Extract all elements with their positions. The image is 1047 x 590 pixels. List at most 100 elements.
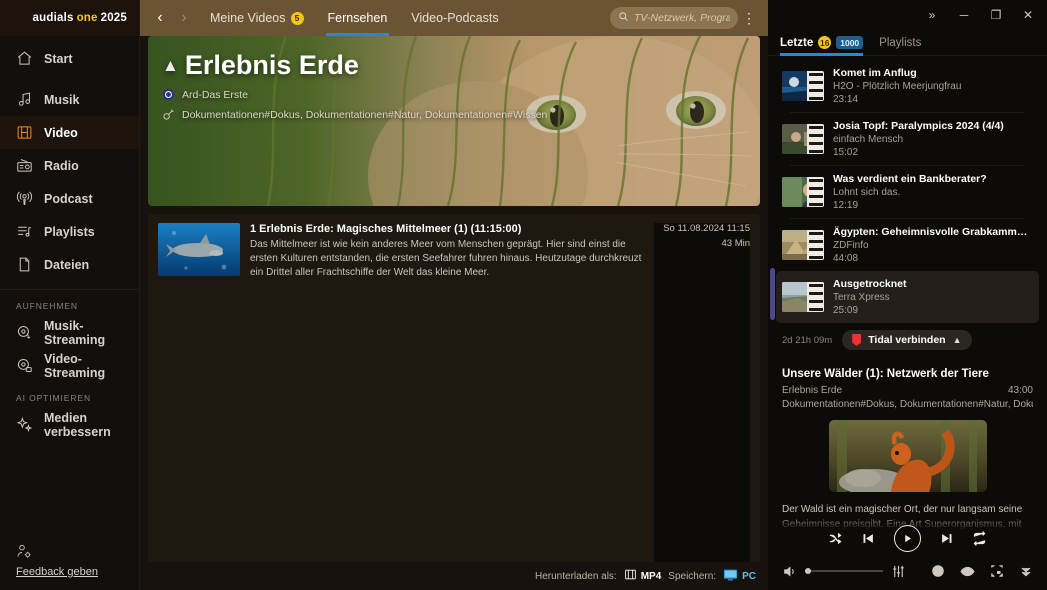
tab-badge: 5: [290, 11, 304, 25]
item-subtitle: H2O - Plötzlich Meerjungfrau: [833, 81, 962, 92]
player-controls: [768, 520, 1047, 590]
item-text: Ägypten: Geheimnisvolle Grabkammern ZDFi…: [833, 226, 1033, 264]
list-item[interactable]: Komet im Anflug H2O - Plötzlich Meerjung…: [776, 60, 1039, 112]
row-date: So 11.08.2024 11:15: [663, 223, 750, 234]
double-chevron-down-icon[interactable]: [1019, 564, 1033, 578]
tidal-connect-button[interactable]: Tidal verbinden ▲: [842, 330, 972, 350]
list-item[interactable]: Ausgetrocknet Terra Xpress 25:09: [776, 271, 1039, 323]
item-duration: 23:14: [833, 94, 859, 105]
previous-icon[interactable]: [861, 531, 876, 546]
item-thumbnail: [782, 230, 824, 260]
sidebar-item-playlists[interactable]: Playlists: [0, 215, 139, 248]
sidebar-item-start[interactable]: Start: [0, 42, 139, 75]
main-content: ‹ › Meine Videos 5 Fernsehen Video-Podca…: [140, 0, 768, 590]
list-item[interactable]: Ägypten: Geheimnisvolle Grabkammern ZDFi…: [776, 219, 1039, 271]
close-button[interactable]: ✕: [1013, 3, 1043, 27]
film-strip-icon: [807, 71, 824, 101]
next-icon[interactable]: [939, 531, 954, 546]
item-text: Josia Topf: Paralympics 2024 (4/4) einfa…: [833, 120, 1033, 158]
search-input[interactable]: TV-Netzwerk, Program: [610, 7, 738, 29]
tab-meine-videos[interactable]: Meine Videos 5: [208, 0, 306, 36]
tidal-flag-icon: [852, 334, 862, 346]
equalizer-icon[interactable]: [891, 564, 906, 579]
remaining-time: 2d 21h 09m: [782, 334, 833, 346]
tab-label: Meine Videos: [210, 11, 286, 25]
tab-fernsehen[interactable]: Fernsehen: [325, 0, 390, 36]
sidebar-item-label: Start: [44, 51, 73, 66]
film-strip-icon: [807, 282, 824, 312]
sidebar-item-medien-verbessern[interactable]: Medien verbessern: [0, 408, 139, 441]
item-title: Ausgetrocknet: [833, 278, 907, 290]
main-topbar: ‹ › Meine Videos 5 Fernsehen Video-Podca…: [140, 0, 768, 36]
film-strip-icon: [807, 230, 824, 260]
feedback-label[interactable]: Feedback geben: [16, 566, 98, 578]
sidebar-item-podcast[interactable]: Podcast: [0, 182, 139, 215]
sidebar-item-video-streaming[interactable]: Video-Streaming: [0, 349, 139, 382]
sidebar-nav: Start Musik Video Radio Podcast Playlist…: [0, 36, 139, 441]
nav-forward-button[interactable]: ›: [172, 9, 196, 27]
right-panel: » ─ ❐ ✕ Letzte 16 1000 Playlists Komet i…: [768, 0, 1047, 590]
item-duration: 44:08: [833, 253, 859, 264]
picture-in-picture-icon[interactable]: [990, 564, 1004, 578]
format-selector[interactable]: MP4: [624, 568, 661, 584]
repeat-icon[interactable]: [972, 530, 987, 546]
podcast-icon: [16, 190, 33, 207]
detail-panel: Unsere Wälder (1): Netzwerk der Tiere Er…: [768, 360, 1047, 530]
sidebar-item-radio[interactable]: Radio: [0, 149, 139, 182]
item-subtitle: ZDFinfo: [833, 240, 869, 251]
chevron-up-icon: ▲: [952, 335, 962, 345]
files-icon: [16, 256, 33, 273]
player-secondary-controls: [768, 556, 1047, 586]
list-item[interactable]: Was verdient ein Bankberater? Lohnt sich…: [776, 166, 1039, 218]
item-thumbnail: [782, 177, 824, 207]
volume-knob[interactable]: [805, 568, 811, 574]
sidebar-item-musik-streaming[interactable]: Musik-Streaming: [0, 316, 139, 349]
video-icon: [16, 124, 33, 141]
app-brand: audials one 2025: [0, 0, 139, 36]
tidal-label: Tidal verbinden: [868, 334, 946, 346]
film-strip-icon: [807, 177, 824, 207]
hero-title: Erlebnis Erde: [184, 50, 359, 80]
main-tabs: Meine Videos 5 Fernsehen Video-Podcasts: [208, 0, 501, 36]
play-button[interactable]: [894, 524, 921, 552]
row-meta: So 11.08.2024 11:15 43 Min: [654, 223, 750, 590]
detail-title: Unsere Wälder (1): Netzwerk der Tiere: [782, 368, 989, 380]
tab-label: Playlists: [879, 36, 922, 49]
expand-button[interactable]: »: [917, 3, 947, 27]
destination-selector[interactable]: PC: [723, 569, 756, 584]
feedback-link[interactable]: Feedback geben: [16, 543, 98, 578]
record-icon[interactable]: [931, 564, 945, 578]
sidebar-item-video[interactable]: Video: [0, 116, 139, 149]
scrollbar-thumb[interactable]: [770, 268, 775, 320]
broadcast-icon: [162, 88, 175, 101]
sidebar-item-musik[interactable]: Musik: [0, 83, 139, 116]
tab-letzte[interactable]: Letzte 16 1000: [780, 30, 864, 56]
nav-back-button[interactable]: ‹: [148, 9, 172, 27]
chevron-up-icon: ▲: [162, 55, 179, 75]
music-streaming-icon: [16, 324, 33, 341]
eye-icon[interactable]: [960, 564, 975, 579]
item-thumbnail: [782, 282, 824, 312]
sidebar-item-label: Video-Streaming: [44, 351, 106, 380]
maximize-button[interactable]: ❐: [981, 3, 1011, 27]
radio-icon: [16, 157, 33, 174]
shuffle-icon[interactable]: [828, 531, 843, 546]
guitar-icon: [162, 108, 175, 121]
volume-icon[interactable]: [782, 564, 797, 579]
minimize-button[interactable]: ─: [949, 3, 979, 27]
tab-playlists[interactable]: Playlists: [879, 30, 921, 56]
hero-banner[interactable]: ▲ Erlebnis Erde Ard-Das Erste Dokumentat…: [148, 36, 760, 206]
tab-label: Video-Podcasts: [411, 11, 499, 25]
hero-channel: Ard-Das Erste: [182, 88, 248, 101]
item-text: Komet im Anflug H2O - Plötzlich Meerjung…: [833, 67, 1033, 105]
volume-slider[interactable]: [805, 568, 883, 574]
hero-categories: Dokumentationen#Dokus, Dokumentationen#N…: [182, 108, 548, 121]
tidal-row: 2d 21h 09m Tidal verbinden ▲: [768, 323, 1047, 360]
sidebar-item-dateien[interactable]: Dateien: [0, 248, 139, 281]
sidebar-item-label: Medien verbessern: [44, 410, 111, 439]
home-icon: [16, 50, 33, 67]
tab-video-podcasts[interactable]: Video-Podcasts: [409, 0, 500, 36]
list-item[interactable]: Josia Topf: Paralympics 2024 (4/4) einfa…: [776, 113, 1039, 165]
table-row[interactable]: 1 Erlebnis Erde: Magisches Mittelmeer (1…: [148, 214, 760, 590]
overflow-menu-button[interactable]: ⋮: [738, 10, 760, 27]
